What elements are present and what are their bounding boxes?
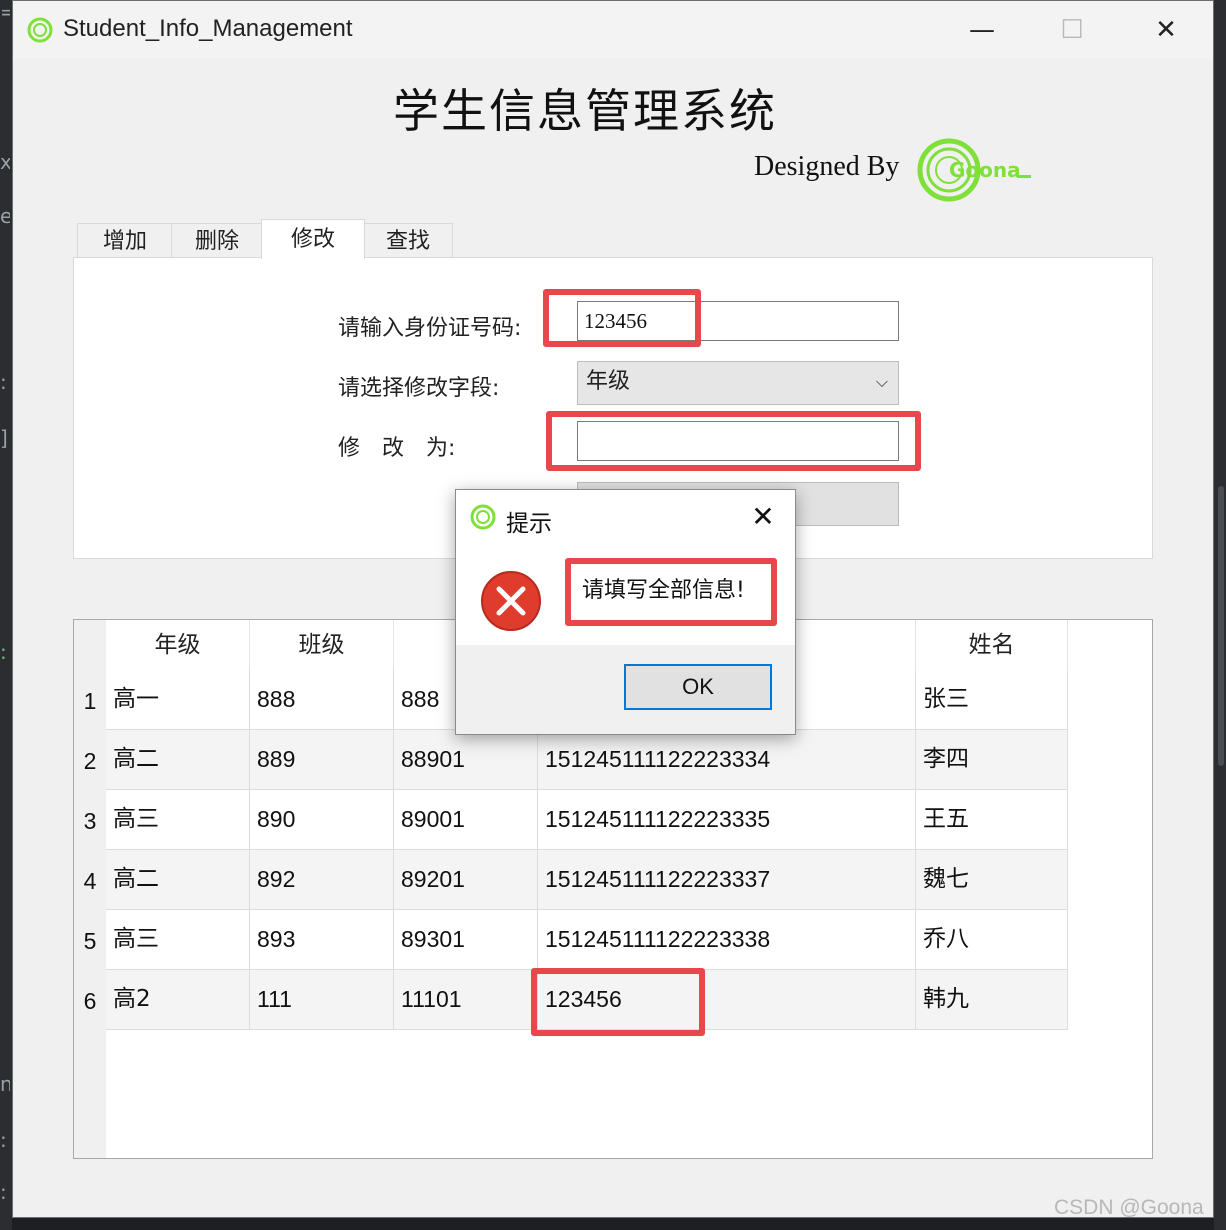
row-number[interactable]: 3 (74, 790, 106, 850)
app-logo-icon (27, 17, 53, 43)
tab-delete[interactable]: 删除 (171, 223, 263, 258)
close-button[interactable]: ✕ (1143, 9, 1189, 51)
table-cell[interactable]: 88901 (394, 730, 538, 790)
field-label: 请选择修改字段: (338, 376, 500, 401)
table-cell[interactable]: 89201 (394, 850, 538, 910)
row-number[interactable]: 2 (74, 730, 106, 790)
highlight-id-input (543, 289, 701, 347)
column-header-class[interactable]: 班级 (250, 620, 394, 670)
app-window: Student_Info_Management — ☐ ✕ 学生信息管理系统 D… (12, 0, 1214, 1218)
ide-editor-edge: = x e : ] : n : : (0, 0, 12, 1230)
field-select[interactable]: 年级 ⌵ (577, 361, 899, 405)
table-cell[interactable]: 89001 (394, 790, 538, 850)
highlight-table-cell (531, 968, 705, 1036)
table-cell[interactable]: 151245111122223334 (538, 730, 916, 790)
table-cell[interactable]: 893 (250, 910, 394, 970)
table-cell[interactable]: 89301 (394, 910, 538, 970)
table-cell[interactable]: 高二 (106, 730, 250, 790)
table-cell[interactable]: 888 (250, 670, 394, 730)
table-cell[interactable]: 乔八 (916, 910, 1068, 970)
maximize-button[interactable]: ☐ (1049, 9, 1095, 51)
table-cell[interactable]: 889 (250, 730, 394, 790)
svg-text:Goona: Goona (949, 158, 1021, 182)
alert-dialog: 提示 ✕ 请填写全部信息! OK (455, 489, 796, 735)
table-cell[interactable]: 151245111122223338 (538, 910, 916, 970)
ok-button[interactable]: OK (624, 664, 772, 710)
table-cell[interactable]: 11101 (394, 970, 538, 1030)
chevron-down-icon: ⌵ (875, 372, 888, 391)
table-cell[interactable]: 高三 (106, 910, 250, 970)
table-cell[interactable]: 高一 (106, 670, 250, 730)
table-cell[interactable]: 张三 (916, 670, 1068, 730)
table-cell[interactable]: 高2 (106, 970, 250, 1030)
watermark: CSDN @Goona (1054, 1196, 1204, 1219)
window-title: Student_Info_Management (63, 15, 353, 42)
row-number[interactable]: 4 (74, 850, 106, 910)
table-cell[interactable]: 魏七 (916, 850, 1068, 910)
table-cell[interactable]: 151245111122223335 (538, 790, 916, 850)
page-title: 学生信息管理系统 (393, 84, 777, 138)
row-number[interactable]: 5 (74, 910, 106, 970)
tab-modify[interactable]: 修改 (261, 219, 365, 259)
ide-scrollbar (1214, 0, 1226, 1230)
table-cell[interactable]: 111 (250, 970, 394, 1030)
tab-search[interactable]: 查找 (363, 223, 453, 258)
column-header-name[interactable]: 姓名 (916, 620, 1068, 670)
dialog-footer: OK (456, 645, 795, 734)
table-cell[interactable]: 韩九 (916, 970, 1068, 1030)
table-cell[interactable]: 高二 (106, 850, 250, 910)
table-cell[interactable]: 高三 (106, 790, 250, 850)
table-cell[interactable]: 李四 (916, 730, 1068, 790)
goona-logo-icon: Goona (917, 138, 1031, 202)
table-cell[interactable]: 151245111122223337 (538, 850, 916, 910)
highlight-new-value-input (546, 411, 921, 471)
minimize-button[interactable]: — (959, 9, 1005, 51)
id-label: 请输入身份证号码: (338, 316, 522, 341)
table-cell[interactable]: 892 (250, 850, 394, 910)
tab-add[interactable]: 增加 (77, 223, 173, 258)
dialog-close-icon[interactable]: ✕ (746, 500, 780, 534)
designed-by-text: Designed By (754, 151, 900, 182)
highlight-dialog-message (565, 558, 777, 626)
table-cell[interactable]: 890 (250, 790, 394, 850)
row-number[interactable]: 1 (74, 670, 106, 730)
field-select-value: 年级 (586, 369, 631, 394)
row-number[interactable]: 6 (74, 970, 106, 1030)
table-cell[interactable]: 王五 (916, 790, 1068, 850)
error-icon (481, 571, 541, 631)
new-value-label: 修 改 为: (338, 436, 456, 461)
app-logo-icon (470, 504, 496, 530)
dialog-title: 提示 (506, 511, 552, 537)
column-header-grade[interactable]: 年级 (106, 620, 250, 670)
title-bar[interactable]: Student_Info_Management — ☐ ✕ (13, 1, 1213, 59)
